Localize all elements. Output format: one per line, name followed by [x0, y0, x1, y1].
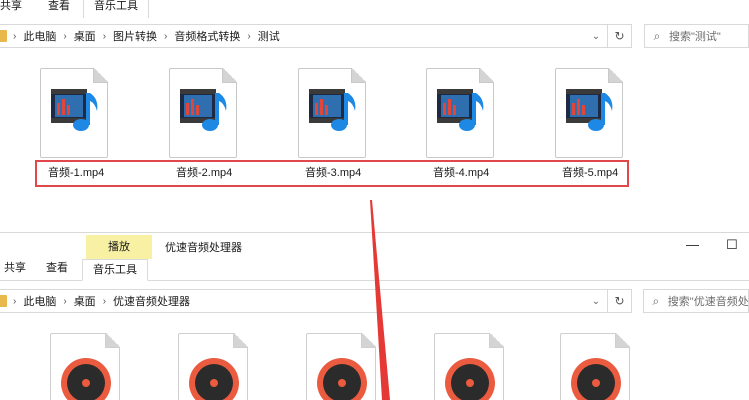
- file-doc: [40, 68, 108, 158]
- chevron-right-icon: ›: [63, 30, 67, 42]
- tab-music-tools[interactable]: 音乐工具: [82, 259, 148, 281]
- window-title: 优速音频处理器: [165, 242, 242, 254]
- crumb-this-pc[interactable]: 此电脑: [23, 293, 56, 309]
- crumb-image-convert[interactable]: 图片转换: [113, 28, 157, 44]
- file-doc: [169, 68, 237, 158]
- crumb-processor[interactable]: 优速音频处理器: [113, 293, 190, 309]
- folder-icon: [0, 295, 7, 307]
- breadcrumb: › 此电脑 › 桌面 › 图片转换 › 音频格式转换 › 测试: [11, 28, 280, 44]
- chevron-right-icon: ›: [102, 30, 107, 42]
- video-music-icon: [51, 89, 98, 131]
- folder-icon: [0, 30, 7, 42]
- tab-share[interactable]: 共享: [0, 0, 35, 18]
- ribbon-tabs: 共享 查看 音乐工具: [0, 0, 749, 18]
- audio-file-icon[interactable]: [306, 333, 376, 400]
- chevron-right-icon: ›: [247, 30, 251, 42]
- file-doc: [426, 68, 494, 158]
- crumb-test[interactable]: 测试: [258, 28, 280, 44]
- video-music-icon: [180, 89, 227, 131]
- tab-view[interactable]: 查看: [34, 258, 76, 280]
- address-controls: ⌄ ↻: [585, 290, 631, 312]
- crumb-audio-convert[interactable]: 音频格式转换: [174, 28, 240, 44]
- chevron-right-icon: ›: [13, 30, 17, 42]
- refresh-icon[interactable]: ↻: [607, 290, 631, 312]
- search-icon: ⌕: [652, 293, 660, 308]
- refresh-icon[interactable]: ↻: [607, 25, 631, 47]
- chevron-right-icon: ›: [63, 295, 67, 307]
- explorer-window-processor: 播放 优速音频处理器 — ☐ 共享 查看 音乐工具 › 此电脑 › 桌面 › 优…: [0, 232, 749, 400]
- audio-file-icon[interactable]: [434, 333, 504, 400]
- search-placeholder: 搜索"测试": [669, 31, 721, 43]
- search-input[interactable]: ⌕ 搜索"测试": [644, 24, 749, 48]
- address-controls: ⌄ ↻: [585, 25, 631, 47]
- video-music-icon: [309, 89, 356, 131]
- search-icon: ⌕: [653, 28, 661, 43]
- music-disc-icon: [189, 358, 239, 400]
- search-input[interactable]: ⌕ 搜索"优速音频处: [643, 289, 749, 313]
- audio-file-icon[interactable]: [178, 333, 248, 400]
- music-disc-icon: [61, 358, 111, 400]
- selection-highlight: [35, 160, 629, 187]
- tab-music-tools[interactable]: 音乐工具: [83, 0, 149, 18]
- crumb-desktop[interactable]: 桌面: [74, 293, 96, 309]
- explorer-window-test: 共享 查看 音乐工具 › 此电脑 › 桌面 › 图片转换 › 音频格式转换 › …: [0, 0, 749, 232]
- tab-share[interactable]: 共享: [0, 258, 34, 280]
- music-disc-icon: [571, 358, 621, 400]
- crumb-desktop[interactable]: 桌面: [74, 28, 96, 44]
- video-music-icon: [437, 89, 484, 131]
- maximize-button[interactable]: ☐: [726, 237, 738, 253]
- minimize-button[interactable]: —: [686, 237, 699, 252]
- chevron-right-icon: ›: [102, 295, 107, 307]
- crumb-this-pc[interactable]: 此电脑: [23, 28, 56, 44]
- video-music-icon: [566, 89, 613, 131]
- chevron-right-icon: ›: [13, 295, 17, 307]
- chevron-down-icon[interactable]: ⌄: [585, 31, 607, 42]
- tab-view[interactable]: 查看: [35, 0, 83, 18]
- audio-file-icon[interactable]: [50, 333, 120, 400]
- breadcrumb: › 此电脑 › 桌面 › 优速音频处理器: [11, 293, 190, 309]
- file-doc: [298, 68, 366, 158]
- chevron-right-icon: ›: [164, 30, 168, 42]
- chevron-down-icon[interactable]: ⌄: [585, 296, 607, 307]
- address-bar[interactable]: › 此电脑 › 桌面 › 优速音频处理器 ⌄ ↻: [0, 289, 632, 313]
- music-disc-icon: [445, 358, 495, 400]
- music-disc-icon: [317, 358, 367, 400]
- ribbon-tabs: 共享 查看 音乐工具: [0, 259, 749, 281]
- title-bar: 播放 优速音频处理器 — ☐: [0, 233, 749, 259]
- file-doc: [555, 68, 623, 158]
- search-placeholder: 搜索"优速音频处: [667, 296, 748, 308]
- audio-file-icon[interactable]: [560, 333, 630, 400]
- tab-play[interactable]: 播放: [86, 235, 152, 259]
- address-bar[interactable]: › 此电脑 › 桌面 › 图片转换 › 音频格式转换 › 测试 ⌄ ↻: [0, 24, 632, 48]
